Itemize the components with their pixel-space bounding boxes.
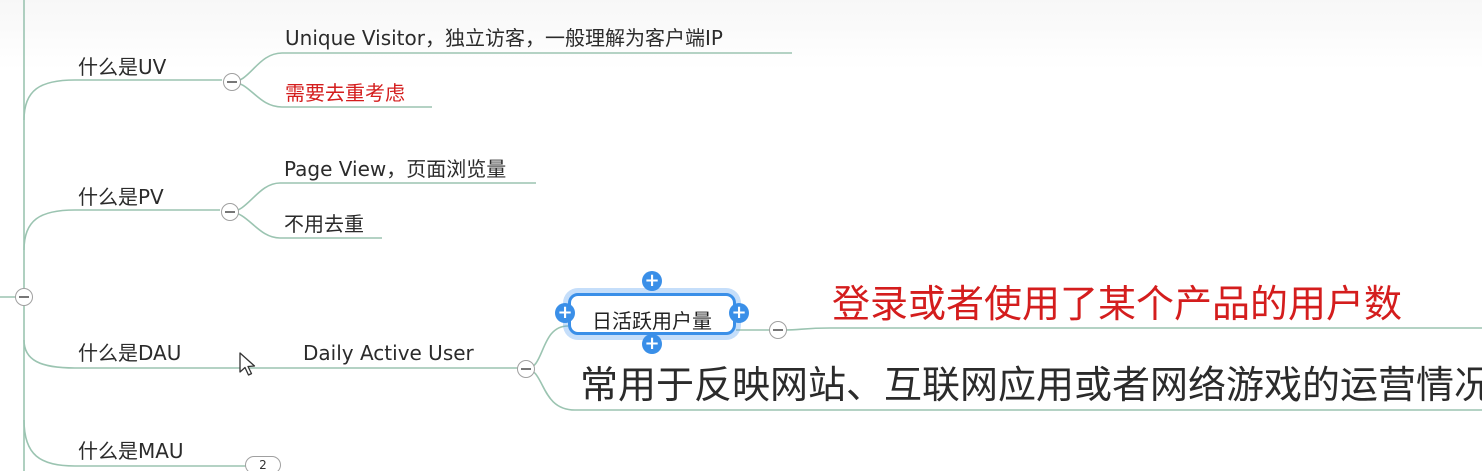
- node-mau[interactable]: 什么是MAU: [78, 441, 184, 461]
- node-uv-dedup[interactable]: 需要去重考虑: [285, 83, 405, 103]
- node-daily-active-user[interactable]: Daily Active User: [303, 343, 474, 363]
- collapse-minus-icon[interactable]: [517, 360, 535, 378]
- mouse-pointer-icon: [239, 352, 256, 376]
- node-dau[interactable]: 什么是DAU: [78, 343, 181, 363]
- mindmap-canvas[interactable]: 什么是UV Unique Visitor，独立访客，一般理解为客户端IP 需要去…: [0, 0, 1482, 471]
- collapse-minus-icon[interactable]: [769, 321, 787, 339]
- collapse-minus-icon[interactable]: [221, 203, 239, 221]
- node-pv-definition[interactable]: Page View，页面浏览量: [284, 159, 506, 179]
- node-pv[interactable]: 什么是PV: [78, 187, 164, 207]
- node-dau-definition-red[interactable]: 登录或者使用了某个产品的用户数: [832, 285, 1402, 323]
- node-pv-no-dedup[interactable]: 不用去重: [284, 214, 364, 234]
- plus-icon[interactable]: +: [642, 271, 662, 291]
- selected-node-label: 日活跃用户量: [592, 309, 712, 333]
- collapsed-count-badge[interactable]: 2: [245, 456, 281, 471]
- plus-icon[interactable]: +: [729, 303, 749, 323]
- node-dau-usage[interactable]: 常用于反映网站、互联网应用或者网络游戏的运营情况: [580, 366, 1482, 404]
- plus-icon[interactable]: +: [642, 334, 662, 354]
- collapse-minus-icon[interactable]: [15, 288, 33, 306]
- plus-icon[interactable]: +: [555, 303, 575, 323]
- node-daily-active-users-selected[interactable]: 日活跃用户量: [568, 293, 736, 335]
- collapse-minus-icon[interactable]: [223, 73, 241, 91]
- node-uv-definition[interactable]: Unique Visitor，独立访客，一般理解为客户端IP: [285, 28, 723, 48]
- node-uv[interactable]: 什么是UV: [78, 57, 166, 77]
